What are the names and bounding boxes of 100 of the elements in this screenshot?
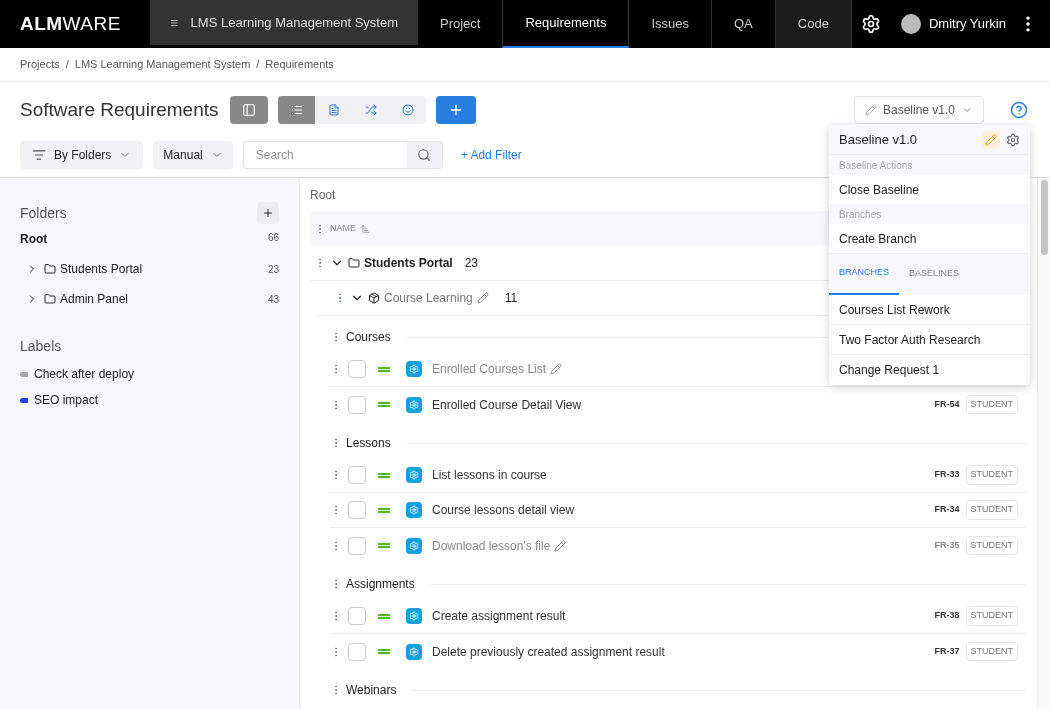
checkbox[interactable]	[348, 395, 366, 414]
edit-icon[interactable]	[982, 130, 1000, 149]
menu-item[interactable]: Close Baseline	[829, 175, 1030, 204]
package-icon	[368, 292, 380, 304]
menu-tab[interactable]: BASELINES	[899, 253, 970, 295]
breadcrumb-link[interactable]: LMS Learning Management System	[74, 56, 251, 73]
priority-icon	[378, 649, 390, 654]
folder-item[interactable]: Students Portal	[60, 260, 143, 278]
list-icon	[32, 147, 46, 162]
view-mode-button[interactable]	[278, 96, 315, 125]
logo[interactable]: ALMWARE	[0, 9, 150, 39]
tag: STUDENT	[965, 641, 1018, 662]
edit-icon[interactable]	[476, 292, 489, 304]
nav-tab[interactable]: QA	[712, 0, 776, 48]
requirement-id: FR-38	[934, 609, 960, 623]
priority-icon	[378, 366, 390, 372]
user-name[interactable]: Dmitry Yurkin	[928, 14, 1006, 34]
tag: STUDENT	[965, 394, 1018, 415]
folder-item[interactable]: Admin Panel	[60, 290, 129, 308]
checkbox[interactable]	[348, 536, 366, 555]
pencil-icon	[864, 104, 877, 117]
menu-title: Baseline v1.0	[839, 130, 919, 149]
group-title: Webinars	[346, 682, 397, 699]
settings-icon[interactable]	[860, 14, 881, 34]
checkbox[interactable]	[348, 466, 366, 484]
nav-tab[interactable]: Code	[775, 0, 852, 48]
requirement-title[interactable]: Download lesson's file	[432, 536, 551, 555]
gear-icon	[406, 396, 422, 413]
count: 11	[504, 290, 518, 307]
priority-icon	[378, 402, 390, 407]
group-title: Lessons	[346, 435, 391, 452]
requirement-id: FR-34	[934, 503, 960, 517]
avatar[interactable]	[900, 14, 921, 34]
branch-item[interactable]: Two Factor Auth Research	[829, 325, 1030, 355]
folder-icon	[44, 263, 56, 275]
checkbox[interactable]	[348, 360, 366, 378]
count: 66	[267, 231, 279, 245]
breadcrumb-separator: /	[256, 57, 260, 73]
path-label: Root	[310, 186, 336, 204]
nav-tab[interactable]: Project	[418, 0, 504, 48]
label-item[interactable]: SEO impact	[34, 391, 99, 409]
requirement-id: FR-54	[934, 397, 960, 411]
requirement-title[interactable]: List lessons in course	[432, 466, 547, 484]
requirement-id: FR-35	[934, 538, 960, 552]
label-item[interactable]: Check after deploy	[34, 365, 135, 383]
requirement-id: FR-37	[934, 644, 960, 658]
breadcrumb-link[interactable]: Projects	[20, 56, 60, 73]
checkbox[interactable]	[348, 642, 366, 661]
edit-icon[interactable]	[550, 363, 563, 375]
nav-tab[interactable]: Issues	[629, 0, 712, 48]
requirement-id: FR-33	[934, 468, 960, 482]
gear-icon	[406, 361, 422, 377]
menu-section-heading: Baseline Actions	[829, 155, 1030, 175]
breadcrumb-link[interactable]: Requirements	[265, 56, 334, 73]
order-dropdown[interactable]: Manual	[153, 140, 233, 169]
sidebar-panel-icon	[242, 103, 256, 118]
tag: STUDENT	[965, 500, 1018, 520]
help-icon[interactable]	[1010, 101, 1028, 120]
document-icon	[327, 104, 340, 117]
sort-icon	[360, 223, 370, 234]
gear-icon	[406, 643, 422, 660]
priority-icon	[378, 543, 390, 548]
requirement-title[interactable]: Create assignment result	[432, 607, 566, 625]
menu-tab[interactable]: BRANCHES	[829, 253, 899, 295]
shuffle-icon	[364, 104, 377, 117]
group-by-dropdown[interactable]: By Folders	[20, 140, 144, 169]
count: 23	[464, 255, 479, 272]
menu-item[interactable]: Create Branch	[829, 224, 1030, 253]
checkbox[interactable]	[348, 607, 366, 625]
folder-icon	[44, 293, 56, 305]
requirement-title[interactable]: Course lessons detail view	[432, 501, 575, 519]
module-name[interactable]: Course Learning	[384, 289, 473, 307]
sidebar-toggle[interactable]	[230, 96, 268, 125]
tag: STUDENT	[965, 465, 1018, 485]
requirement-title[interactable]: Enrolled Courses List	[432, 360, 547, 378]
plus-icon	[262, 207, 274, 219]
gear-icon	[406, 537, 422, 554]
group-title: Courses	[346, 329, 391, 346]
count: 43	[267, 292, 279, 307]
folder-item[interactable]: Root	[20, 230, 48, 248]
breadcrumb-separator: /	[65, 57, 69, 73]
section-title: Labels	[20, 337, 63, 356]
checkbox[interactable]	[348, 501, 366, 519]
add-button[interactable]	[436, 96, 476, 125]
group-title: Assignments	[346, 576, 415, 593]
add-filter-link[interactable]: + Add Filter	[460, 145, 522, 164]
project-selector[interactable]: LMS Learning Management System	[150, 0, 418, 45]
requirement-title[interactable]: Enrolled Course Detail View	[432, 395, 582, 414]
nav-tab[interactable]: Requirements	[503, 0, 630, 48]
branch-item[interactable]: Change Request 1	[829, 355, 1030, 385]
baseline-button[interactable]: Baseline v1.0	[853, 96, 984, 125]
edit-icon[interactable]	[554, 539, 567, 552]
folder-name[interactable]: Students Portal	[364, 254, 453, 272]
add-folder-button[interactable]	[257, 202, 279, 224]
menu-section-heading: Branches	[829, 204, 1030, 224]
priority-icon	[378, 507, 390, 513]
requirement-title[interactable]: Delete previously created assignment result	[432, 642, 665, 661]
branch-item[interactable]: Courses List Rework	[829, 295, 1030, 325]
face-icon	[401, 104, 414, 117]
column-header[interactable]: NAME	[330, 221, 356, 236]
